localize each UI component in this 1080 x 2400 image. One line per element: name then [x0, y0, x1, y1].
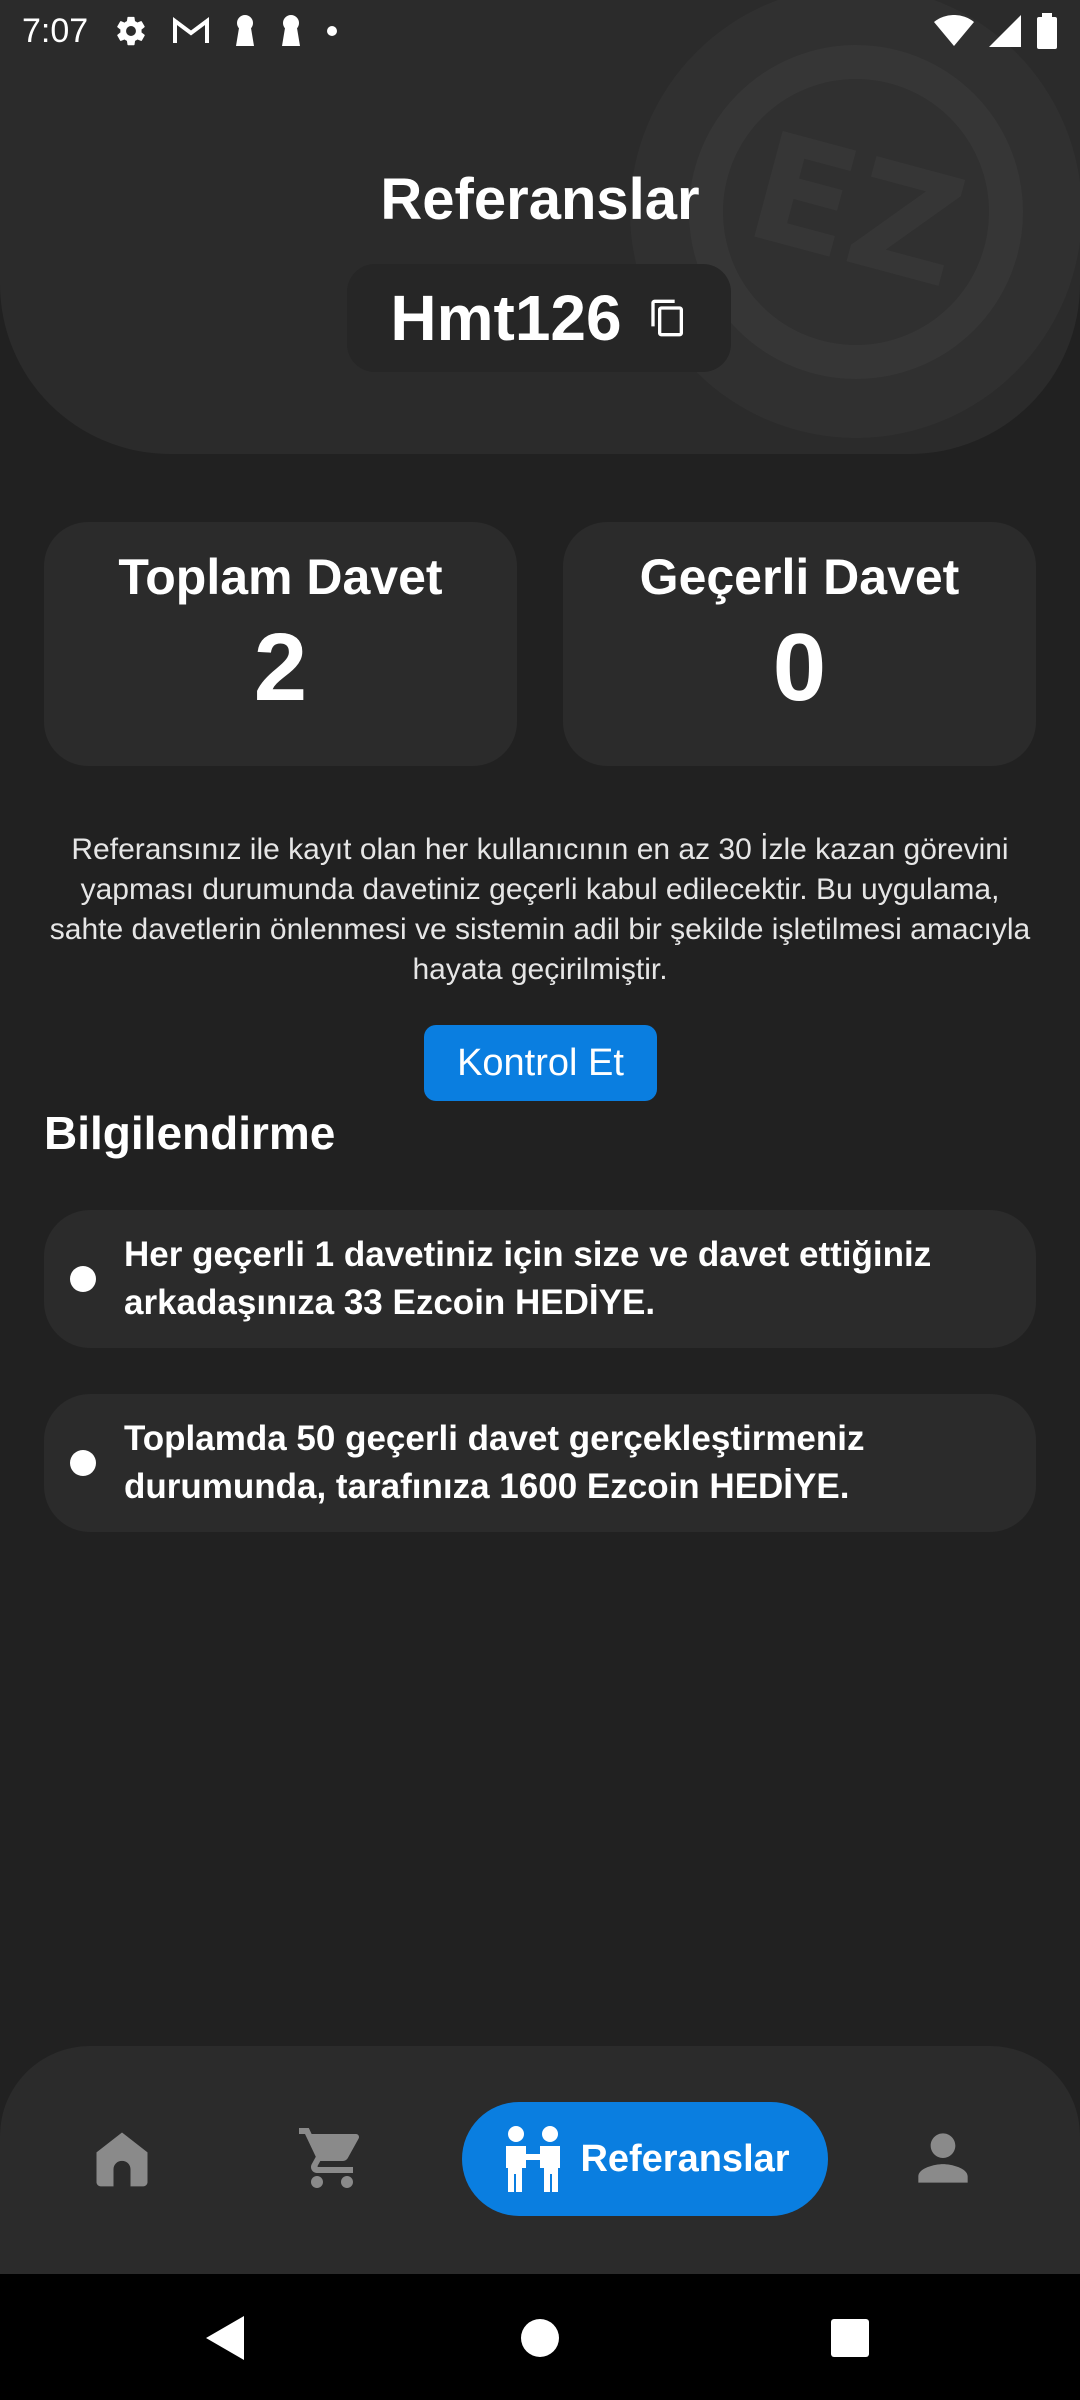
nav-profile[interactable] — [903, 2118, 983, 2198]
home-circle-icon[interactable] — [520, 2318, 560, 2358]
nav-referrals[interactable]: Referanslar — [462, 2102, 828, 2216]
signal-icon — [989, 15, 1021, 47]
referral-code-box[interactable]: Hmt126 — [347, 264, 731, 372]
referral-icon — [506, 2126, 561, 2192]
status-bar: 7:07 — [0, 0, 1080, 62]
page-title: Referanslar — [380, 167, 700, 232]
dot-icon — [327, 26, 338, 36]
info-item-text: Her geçerli 1 davetiniz için size ve dav… — [124, 1235, 932, 1322]
gmail-icon — [173, 17, 210, 43]
gear-icon — [117, 16, 145, 46]
total-invites-card: Toplam Davet 2 — [44, 522, 517, 766]
valid-invites-label: Geçerli Davet — [639, 549, 960, 605]
header: EZ Referanslar Hmt126 — [0, 0, 1080, 454]
recents-icon[interactable] — [830, 2318, 870, 2358]
back-icon[interactable] — [204, 2314, 246, 2362]
valid-invites-value: 0 — [772, 614, 827, 721]
copy-icon[interactable] — [648, 296, 688, 340]
bottom-nav: Referanslar — [0, 2046, 1080, 2274]
home-icon — [96, 2132, 148, 2187]
bullet-icon — [70, 1266, 96, 1292]
info-item: Her geçerli 1 davetiniz için size ve dav… — [44, 1210, 1036, 1348]
nav-referrals-label: Referanslar — [580, 2137, 790, 2180]
valid-invites-card: Geçerli Davet 0 — [563, 522, 1036, 766]
keyhole-icon — [282, 15, 301, 46]
cart-icon — [299, 2128, 360, 2188]
profile-icon — [918, 2133, 968, 2183]
referral-description: Referansınız ile kayıt olan her kullanıc… — [49, 833, 1031, 986]
info-section-title: Bilgilendirme — [44, 1107, 336, 1159]
wifi-icon — [934, 15, 974, 46]
status-time: 7:07 — [22, 11, 89, 50]
keyhole-icon — [236, 15, 255, 46]
system-nav-bar — [0, 2274, 1080, 2400]
info-item-text: Toplamda 50 geçerli davet gerçekleştirme… — [124, 1419, 865, 1506]
bullet-icon — [70, 1450, 96, 1476]
battery-icon — [1037, 13, 1057, 49]
nav-cart[interactable] — [292, 2118, 372, 2198]
total-invites-value: 2 — [253, 614, 308, 721]
info-item: Toplamda 50 geçerli davet gerçekleştirme… — [44, 1394, 1036, 1532]
total-invites-label: Toplam Davet — [118, 549, 443, 605]
check-button[interactable]: Kontrol Et — [424, 1025, 657, 1101]
nav-home[interactable] — [82, 2118, 162, 2198]
referral-code: Hmt126 — [390, 282, 622, 354]
